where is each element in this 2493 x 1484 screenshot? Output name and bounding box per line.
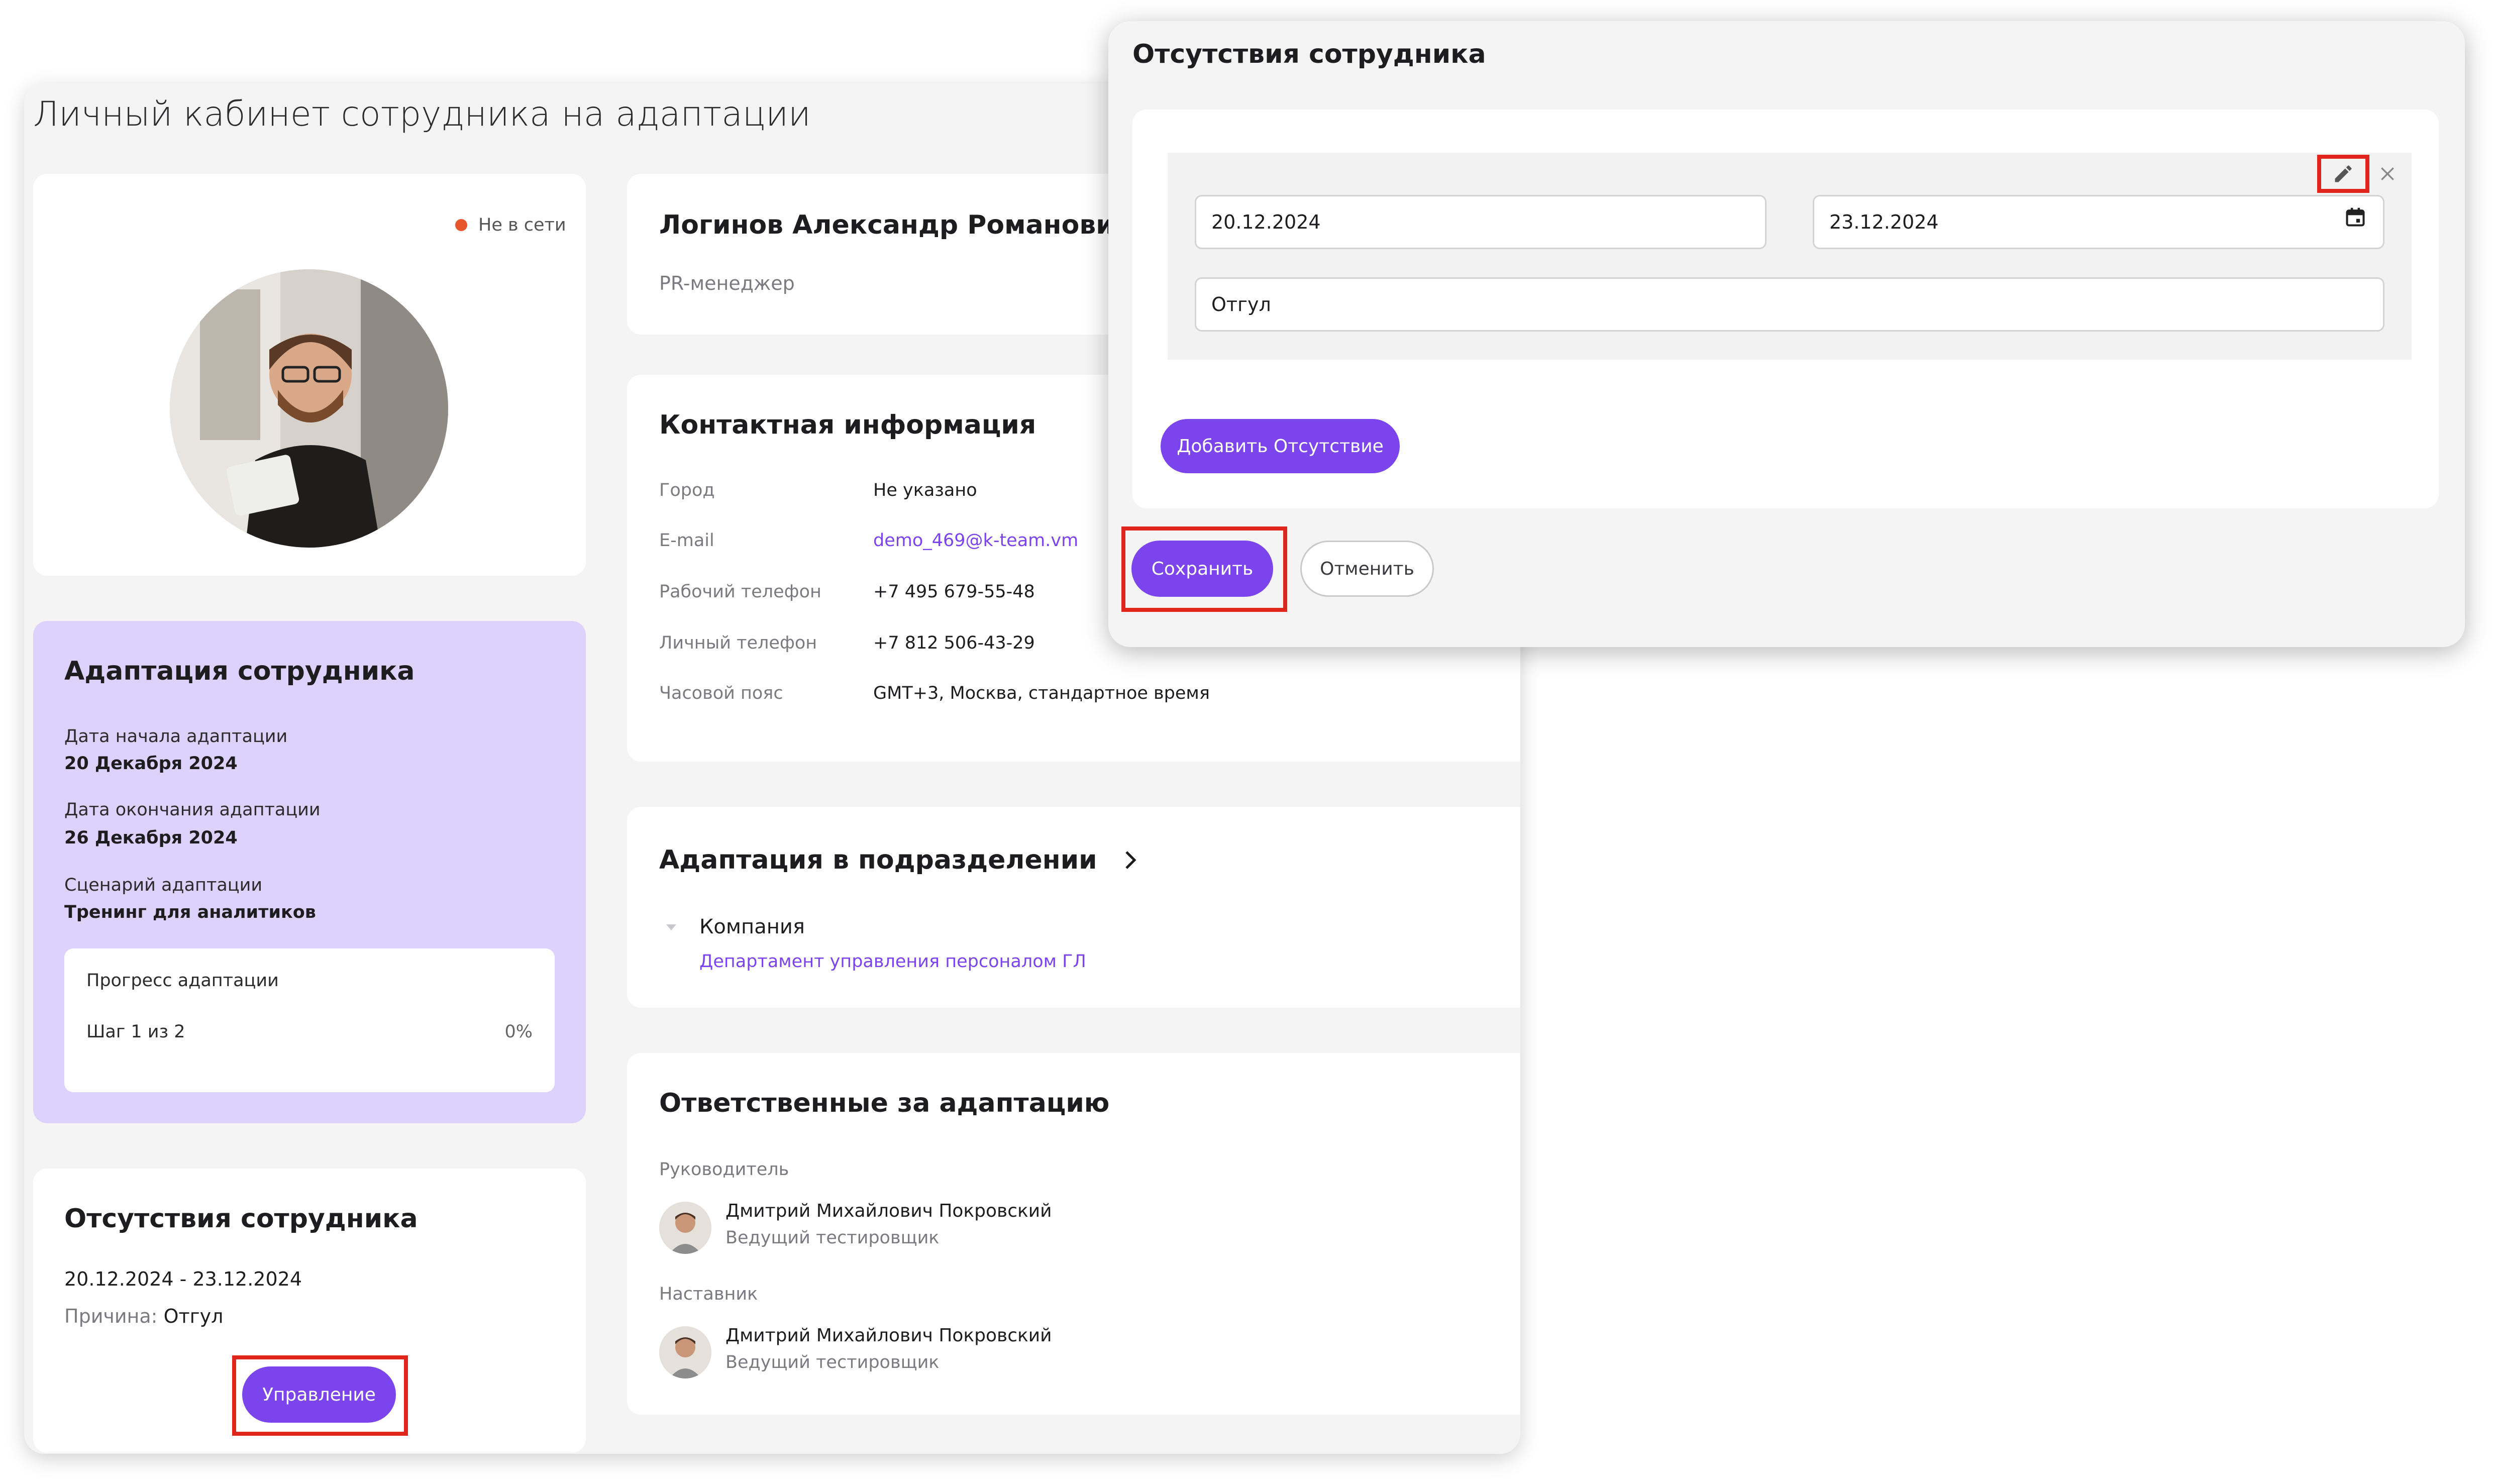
start-date-value: 20 Декабря 2024 <box>64 754 238 774</box>
status-text: Не в сети <box>478 215 566 235</box>
adaptation-card: Адаптация сотрудника Дата начала адаптац… <box>33 621 586 1123</box>
employee-avatar <box>170 269 448 548</box>
profile-photo-card: Не в сети <box>33 174 586 576</box>
progress-title: Прогресс адаптации <box>86 971 279 991</box>
start-date-label: Дата начала адаптации <box>64 726 288 747</box>
date-to-value: 23.12.2024 <box>1829 211 1939 233</box>
end-date-label: Дата окончания адаптации <box>64 800 321 820</box>
mentor-photo <box>659 1326 711 1379</box>
add-absence-button[interactable]: Добавить Отсутствие <box>1161 419 1400 473</box>
timezone-value: GMT+3, Москва, стандартное время <box>873 683 1210 703</box>
personal-phone-label: Личный телефон <box>659 633 817 653</box>
department-link[interactable]: Департамент управления персоналом ГЛ <box>699 951 1086 972</box>
date-from-input[interactable]: 20.12.2024 <box>1195 195 1767 249</box>
absences-card: Отсутствия сотрудника 20.12.2024 - 23.12… <box>33 1169 586 1453</box>
work-phone-value: +7 495 679-55-48 <box>873 582 1035 602</box>
manager-name: Дмитрий Михайлович Покровский <box>725 1201 1052 1221</box>
department-title: Адаптация в подразделении <box>659 845 1097 875</box>
reason-label: Причина: <box>64 1305 158 1327</box>
cancel-button[interactable]: Отменить <box>1300 541 1434 597</box>
reason-value: Отгул <box>163 1305 224 1327</box>
status-dot-icon <box>455 219 467 231</box>
manager-role: Ведущий тестировщик <box>725 1228 940 1248</box>
employee-position: PR-менеджер <box>659 272 795 294</box>
mentor-label: Наставник <box>659 1284 758 1304</box>
caret-down-icon[interactable] <box>665 923 677 931</box>
absence-row: 20.12.2024 23.12.2024 Отгул <box>1168 153 2412 360</box>
pencil-icon[interactable] <box>2332 163 2354 185</box>
responsible-title: Ответственные за адаптацию <box>659 1088 1110 1118</box>
end-date-value: 26 Декабря 2024 <box>64 828 238 848</box>
email-label: E-mail <box>659 531 714 551</box>
personal-phone-value: +7 812 506-43-29 <box>873 633 1035 653</box>
employee-photo <box>170 269 448 548</box>
employee-name: Логинов Александр Романович <box>659 210 1132 240</box>
city-value: Не указано <box>873 480 977 500</box>
progress-step: Шаг 1 из 2 <box>86 1022 185 1042</box>
city-label: Город <box>659 480 715 500</box>
progress-percent: 0% <box>504 1022 533 1042</box>
absences-modal: Отсутствия сотрудника 20.12.2024 23.12.2… <box>1108 21 2465 647</box>
department-header[interactable]: Адаптация в подразделении <box>659 845 1140 875</box>
absences-list-panel: 20.12.2024 23.12.2024 Отгул Добавить Отс… <box>1132 110 2439 508</box>
mentor-name: Дмитрий Михайлович Покровский <box>725 1325 1052 1346</box>
responsible-card: Ответственные за адаптацию Руководитель … <box>627 1053 1520 1415</box>
chevron-right-icon[interactable] <box>1120 848 1140 872</box>
work-phone-label: Рабочий телефон <box>659 582 821 602</box>
scenario-label: Сценарий адаптации <box>64 875 263 895</box>
adaptation-progress-box: Прогресс адаптации Шаг 1 из 2 0% <box>64 948 555 1092</box>
calendar-icon[interactable] <box>2344 206 2366 228</box>
manager-label: Руководитель <box>659 1159 789 1180</box>
mentor-avatar <box>659 1326 711 1379</box>
mentor-role: Ведущий тестировщик <box>725 1352 940 1372</box>
modal-title: Отсутствия сотрудника <box>1132 39 1486 69</box>
email-link[interactable]: demo_469@k-team.vm <box>873 531 1078 551</box>
absence-period: 20.12.2024 - 23.12.2024 <box>64 1268 302 1290</box>
adaptation-title: Адаптация сотрудника <box>64 656 415 686</box>
absence-reason: Причина: Отгул <box>64 1305 223 1327</box>
manager-photo <box>659 1202 711 1254</box>
absences-title: Отсутствия сотрудника <box>64 1204 418 1234</box>
company-node: Компания <box>699 915 805 938</box>
save-button[interactable]: Сохранить <box>1131 541 1273 597</box>
scenario-value: Тренинг для аналитиков <box>64 902 316 922</box>
online-status: Не в сети <box>455 215 566 235</box>
absence-reason-input[interactable]: Отгул <box>1195 277 2384 332</box>
contact-title: Контактная информация <box>659 410 1036 440</box>
timezone-label: Часовой пояс <box>659 683 783 703</box>
date-to-input[interactable]: 23.12.2024 <box>1813 195 2384 249</box>
department-card: Адаптация в подразделении Компания Депар… <box>627 807 1520 1008</box>
manage-absences-button[interactable]: Управление <box>242 1366 396 1423</box>
manager-avatar <box>659 1202 711 1254</box>
close-icon[interactable] <box>2377 164 2398 184</box>
page-title: Личный кабинет сотрудника на адаптации <box>33 94 811 134</box>
